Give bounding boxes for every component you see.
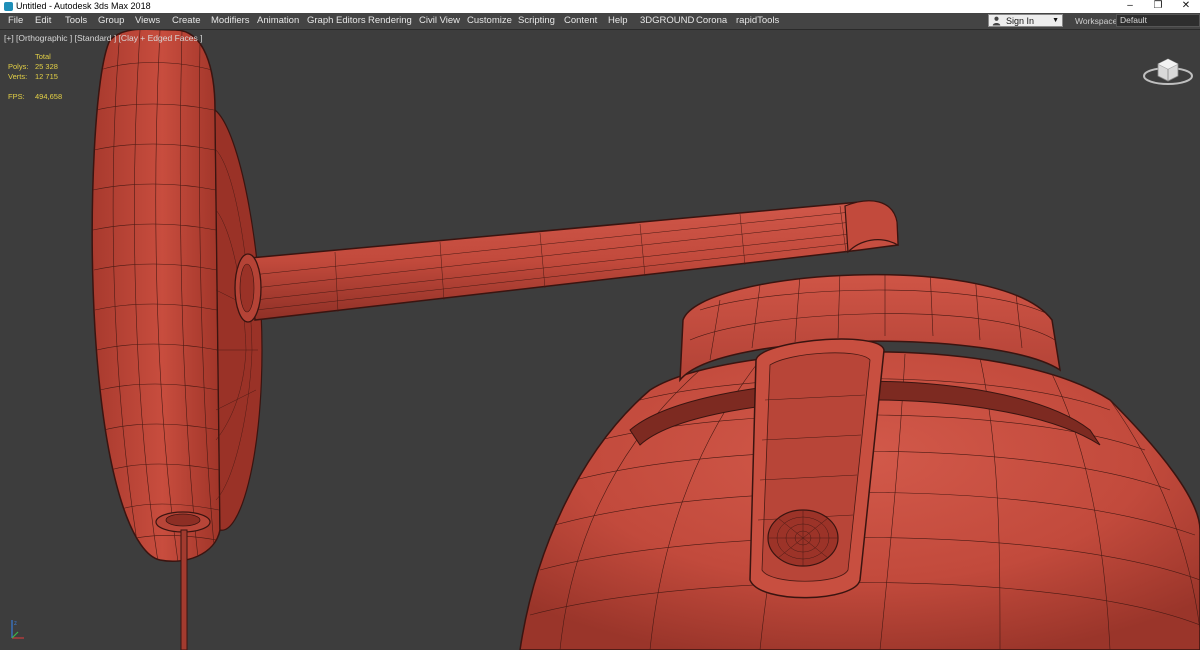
- menu-3dground[interactable]: 3DGROUND: [640, 15, 694, 27]
- menu-edit[interactable]: Edit: [35, 15, 51, 27]
- svg-text:z: z: [14, 621, 17, 627]
- menu-corona[interactable]: Corona: [696, 15, 727, 27]
- wall-disk-mesh[interactable]: [91, 30, 221, 562]
- viewport-label-menu[interactable]: [+] [Orthographic ] [Standard ] [Clay + …: [4, 33, 202, 43]
- user-icon: [992, 16, 1001, 26]
- title-bar: Untitled - Autodesk 3ds Max 2018 – ❐ ✕: [0, 0, 1200, 13]
- scene-3d-canvas[interactable]: [0, 30, 1200, 650]
- stats-verts-label: Verts:: [8, 72, 28, 81]
- stats-fps-label: FPS:: [8, 92, 25, 101]
- maximize-button[interactable]: ❐: [1144, 0, 1172, 13]
- sign-in-dropdown[interactable]: Sign In ▼: [988, 14, 1063, 27]
- stats-verts-value: 12 715: [35, 72, 58, 81]
- menu-rendering[interactable]: Rendering: [368, 15, 412, 27]
- menu-rapidtools[interactable]: rapidTools: [736, 15, 779, 27]
- workspaces-select[interactable]: Default: [1116, 14, 1200, 27]
- menu-group[interactable]: Group: [98, 15, 124, 27]
- close-button[interactable]: ✕: [1172, 0, 1200, 13]
- stats-polys-label: Polys:: [8, 62, 29, 71]
- stats-total-header: Total: [35, 52, 51, 61]
- axis-tripod-icon: z: [11, 620, 24, 639]
- sign-in-label: Sign In: [1006, 16, 1035, 26]
- window-title: Untitled - Autodesk 3ds Max 2018: [16, 1, 151, 11]
- menu-views[interactable]: Views: [135, 15, 160, 27]
- 3dsmax-app-icon: [4, 2, 13, 11]
- minimize-button[interactable]: –: [1116, 0, 1144, 13]
- chevron-down-icon: ▼: [1052, 17, 1059, 24]
- menu-civil-view[interactable]: Civil View: [419, 15, 460, 27]
- menu-customize[interactable]: Customize: [467, 15, 512, 27]
- menu-graph-editors[interactable]: Graph Editors: [307, 15, 366, 27]
- stats-polys-value: 25 328: [35, 62, 58, 71]
- menu-file[interactable]: File: [8, 15, 23, 27]
- stats-fps-value: 494,658: [35, 92, 63, 101]
- viewport-orthographic[interactable]: [+] [Orthographic ] [Standard ] [Clay + …: [0, 30, 1200, 650]
- menu-help[interactable]: Help: [608, 15, 628, 27]
- menu-scripting[interactable]: Scripting: [518, 15, 555, 27]
- menu-animation[interactable]: Animation: [257, 15, 299, 27]
- menu-tools[interactable]: Tools: [65, 15, 87, 27]
- viewcube-icon[interactable]: [1140, 52, 1196, 92]
- menu-modifiers[interactable]: Modifiers: [211, 15, 250, 27]
- menu-content[interactable]: Content: [564, 15, 597, 27]
- menu-create[interactable]: Create: [172, 15, 201, 27]
